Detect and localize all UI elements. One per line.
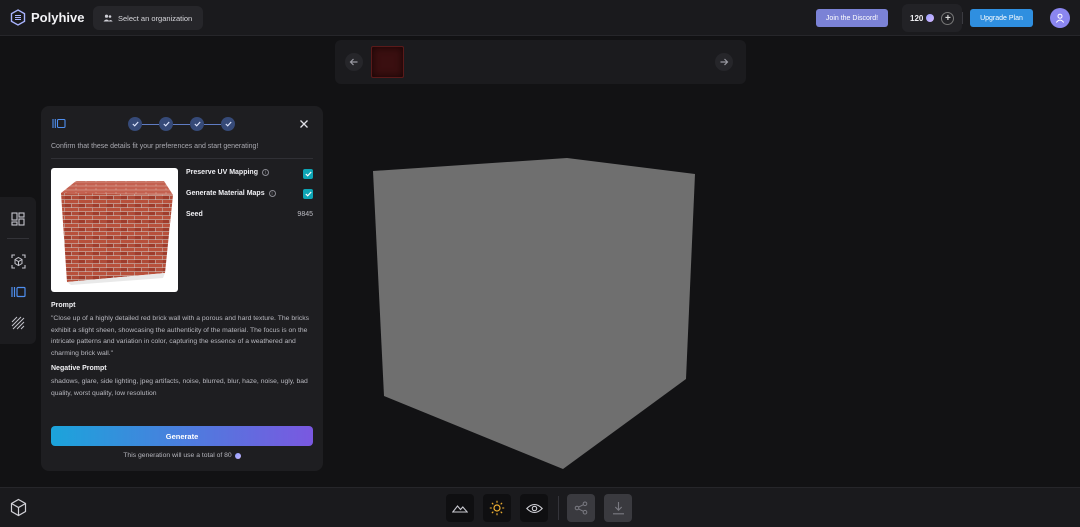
generation-cost-text: This generation will use a total of 80	[123, 452, 232, 459]
texture-panel-button[interactable]	[9, 283, 27, 301]
layout-button[interactable]	[9, 210, 27, 228]
hatch-pattern-icon	[11, 316, 25, 330]
users-icon	[103, 14, 113, 22]
polyhive-logo-icon	[10, 9, 26, 26]
check-icon	[162, 121, 170, 127]
generation-cost: This generation will use a total of 80	[51, 452, 313, 459]
preserve-uv-label: Preserve UV Mapping	[186, 169, 258, 176]
close-icon[interactable]	[298, 118, 310, 130]
arrow-left-icon	[349, 58, 358, 66]
credits-count: 120	[910, 13, 924, 23]
credit-gem-icon	[926, 14, 935, 22]
mountain-icon	[452, 505, 468, 513]
header-divider	[962, 12, 963, 24]
step-connector	[173, 123, 190, 125]
arrow-right-icon	[720, 58, 729, 66]
toolbar-divider	[7, 238, 29, 239]
step-2-complete	[159, 117, 173, 131]
preserve-uv-checkbox[interactable]	[303, 169, 313, 179]
step-1-complete	[128, 117, 142, 131]
eye-icon	[525, 503, 543, 513]
brick-cube-preview-image	[51, 168, 178, 292]
step-connector	[204, 123, 221, 125]
generation-thumbnail[interactable]	[371, 46, 404, 78]
organization-selector[interactable]: Select an organization	[93, 6, 203, 30]
cube-scan-button[interactable]	[9, 252, 27, 270]
step-4-complete	[221, 117, 235, 131]
credits-display: 120 +	[902, 4, 962, 32]
download-button[interactable]	[604, 494, 632, 522]
check-icon	[224, 121, 232, 127]
cube-scan-icon	[10, 253, 26, 269]
negative-prompt-title: Negative Prompt	[51, 365, 107, 372]
step-connector	[142, 123, 159, 125]
previous-arrow-button[interactable]	[345, 53, 363, 71]
seed-label: Seed	[186, 211, 203, 218]
organization-selector-label: Select an organization	[118, 13, 193, 23]
generate-maps-label: Generate Material Maps	[186, 190, 265, 197]
top-bar: Polyhive Select an organization Join the…	[0, 0, 1080, 36]
share-button[interactable]	[567, 494, 595, 522]
check-icon	[193, 121, 201, 127]
layout-icon	[11, 212, 25, 226]
brick-cube-preview-graphic	[61, 181, 173, 285]
app-logo[interactable]: Polyhive	[10, 9, 84, 26]
sun-icon	[489, 500, 505, 516]
credit-gem-icon	[234, 452, 241, 459]
panel-divider	[51, 158, 313, 159]
share-icon	[574, 501, 588, 515]
preserve-uv-option: Preserve UV Mapping i	[186, 169, 269, 176]
prompt-text: "Close up of a highly detailed red brick…	[51, 315, 310, 358]
visibility-button[interactable]	[520, 494, 548, 522]
negative-prompt-text: shadows, glare, side lighting, jpeg arti…	[51, 378, 308, 397]
add-credits-button[interactable]: +	[941, 11, 955, 25]
panel-toggle-icon[interactable]	[52, 118, 66, 129]
hatch-pattern-button[interactable]	[9, 314, 27, 332]
info-icon[interactable]: i	[268, 190, 276, 197]
checkmark-icon	[304, 171, 312, 177]
check-icon	[131, 121, 139, 127]
info-icon[interactable]: i	[261, 169, 269, 176]
download-icon	[612, 502, 624, 515]
seed-value[interactable]: 9845	[280, 211, 313, 218]
confirm-instructions: Confirm that these details fit your pref…	[51, 143, 259, 150]
join-discord-button[interactable]: Join the Discord!	[816, 9, 888, 27]
cube-view-icon[interactable]	[9, 498, 28, 517]
bottom-divider	[558, 496, 559, 520]
generate-maps-checkbox[interactable]	[303, 189, 313, 199]
app-name: Polyhive	[31, 10, 85, 25]
environment-button[interactable]	[446, 494, 474, 522]
prompt-title: Prompt	[51, 302, 76, 309]
upgrade-plan-button[interactable]: Upgrade Plan	[970, 9, 1033, 27]
left-toolbar	[0, 197, 36, 344]
progress-steps	[128, 117, 235, 131]
texture-panel-icon	[10, 286, 26, 298]
user-icon	[1055, 13, 1065, 23]
user-avatar[interactable]	[1050, 8, 1070, 28]
generate-button[interactable]: Generate	[51, 426, 313, 446]
next-arrow-button[interactable]	[715, 53, 733, 71]
generate-maps-option: Generate Material Maps i	[186, 190, 276, 197]
lighting-button[interactable]	[483, 494, 511, 522]
step-3-complete	[190, 117, 204, 131]
checkmark-icon	[304, 191, 312, 197]
